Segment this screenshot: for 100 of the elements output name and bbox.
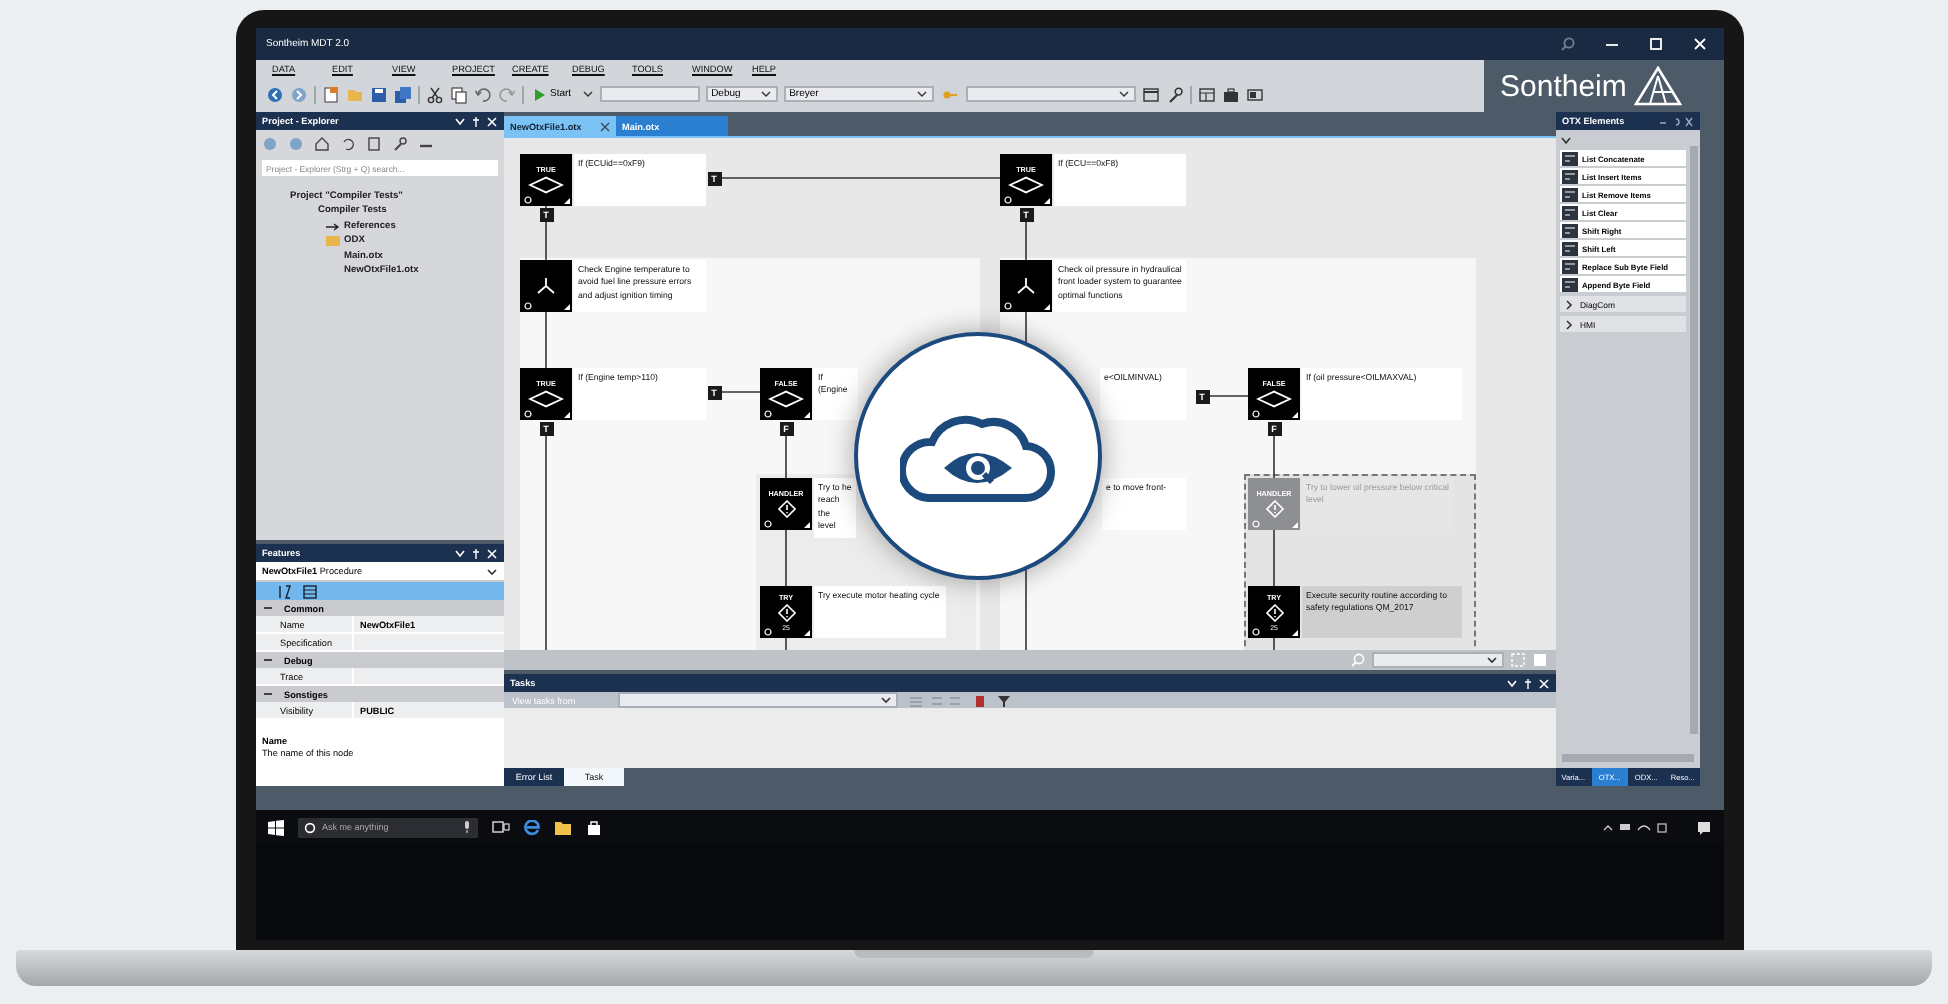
ring-icon[interactable] <box>763 409 771 417</box>
wrench-icon[interactable] <box>1165 85 1184 103</box>
scrollbar[interactable] <box>1690 146 1698 734</box>
logo-text: Sontheim <box>1500 69 1627 103</box>
chevron-icon[interactable] <box>1564 299 1574 309</box>
ring-icon[interactable] <box>1251 627 1259 635</box>
block-icon <box>1562 151 1578 165</box>
connector-line <box>545 221 547 261</box>
sort-icon[interactable] <box>276 583 292 599</box>
panel-controls-icon[interactable] <box>454 115 498 127</box>
folder-icon[interactable] <box>554 819 572 835</box>
connector-line <box>785 529 787 587</box>
connector-line <box>1273 435 1275 479</box>
minus-icon[interactable] <box>262 602 274 614</box>
block-icon <box>1562 277 1578 291</box>
corner-icon <box>1291 411 1297 417</box>
connector-line <box>1025 221 1027 261</box>
caret-icon <box>1117 88 1130 100</box>
ring-icon[interactable] <box>523 301 531 309</box>
delete-icon[interactable] <box>974 693 986 707</box>
caret-icon <box>915 88 928 100</box>
connector-line <box>785 637 787 650</box>
block-icon <box>1562 241 1578 255</box>
node-block[interactable] <box>520 260 572 312</box>
undo-icon[interactable] <box>474 85 492 103</box>
warning-diamond-icon <box>777 603 795 621</box>
play-icon <box>534 87 546 101</box>
ring-icon[interactable] <box>1003 195 1011 203</box>
diamond-icon <box>528 176 564 194</box>
document-icon[interactable] <box>366 136 382 152</box>
scrollbar[interactable] <box>1562 754 1694 762</box>
refresh-icon[interactable] <box>340 136 356 152</box>
panel-controls-icon[interactable] <box>454 547 498 559</box>
save-icon[interactable] <box>370 85 388 103</box>
ring-icon[interactable] <box>1003 301 1011 309</box>
home-icon[interactable] <box>314 136 330 152</box>
shopping-bag-icon[interactable] <box>586 819 602 835</box>
connector-line <box>721 391 761 393</box>
block-icon <box>1562 223 1578 237</box>
block-icon <box>1562 259 1578 273</box>
node-block[interactable] <box>1000 260 1052 312</box>
arrow-icon <box>326 221 340 231</box>
ring-icon[interactable] <box>763 519 771 527</box>
search-icon <box>304 821 316 833</box>
connector-line <box>545 311 547 369</box>
notification-icon[interactable] <box>1696 819 1712 835</box>
forward-icon[interactable] <box>290 85 308 103</box>
briefcase-icon[interactable] <box>1221 85 1240 103</box>
diamond-icon <box>1008 176 1044 194</box>
window-icon[interactable] <box>1141 85 1160 103</box>
corner-icon <box>1043 303 1049 309</box>
search-icon[interactable] <box>1560 36 1576 52</box>
diamond-icon <box>768 390 804 408</box>
diamond-icon <box>1256 390 1292 408</box>
windows-logo-icon[interactable] <box>268 819 284 835</box>
copy-icon[interactable] <box>450 85 468 103</box>
chevron-down-icon[interactable] <box>1560 136 1572 146</box>
corner-icon <box>803 411 809 417</box>
caret-icon <box>1486 654 1498 666</box>
scissors-icon[interactable] <box>426 85 444 103</box>
corner-icon <box>1043 197 1049 203</box>
new-file-icon[interactable] <box>322 85 340 103</box>
connector-line <box>1273 637 1275 650</box>
panel-icon[interactable] <box>1245 85 1264 103</box>
corner-icon <box>803 629 809 635</box>
caret-icon <box>759 88 772 100</box>
caret-icon <box>880 694 892 706</box>
ring-icon[interactable] <box>763 627 771 635</box>
connector-line <box>1273 529 1275 587</box>
caret-icon[interactable] <box>581 88 594 100</box>
browser-icon[interactable] <box>524 819 540 835</box>
fork-icon <box>536 276 556 296</box>
caret-icon <box>486 565 498 577</box>
corner-icon <box>563 303 569 309</box>
block-icon <box>1562 169 1578 183</box>
chevron-icon[interactable] <box>1564 319 1574 329</box>
panel-controls-icon[interactable] <box>1658 115 1694 127</box>
ring-icon[interactable] <box>523 409 531 417</box>
grid-icon[interactable] <box>302 583 318 599</box>
task-view-icon[interactable] <box>492 820 510 834</box>
ring-icon[interactable] <box>1251 409 1259 417</box>
ring-icon[interactable] <box>523 195 531 203</box>
triangle-logo-icon <box>1634 66 1683 106</box>
connector-line <box>785 435 787 479</box>
microphone-icon[interactable] <box>462 820 472 834</box>
panel-controls-icon[interactable] <box>1506 677 1550 689</box>
corner-icon <box>563 197 569 203</box>
folder-icon <box>326 236 340 246</box>
warning-diamond-icon <box>1265 500 1283 518</box>
corner-icon <box>803 521 809 527</box>
warning-diamond-icon <box>777 500 795 518</box>
minus-icon[interactable] <box>262 688 274 700</box>
back-icon[interactable] <box>266 85 284 103</box>
maximize-icon[interactable] <box>1648 36 1664 52</box>
layout-icon[interactable] <box>1197 85 1216 103</box>
corner-icon <box>1291 521 1297 527</box>
wrench-icon[interactable] <box>392 136 408 152</box>
corner-icon <box>563 411 569 417</box>
minus-icon[interactable] <box>262 654 274 666</box>
save-all-icon[interactable] <box>394 85 412 103</box>
